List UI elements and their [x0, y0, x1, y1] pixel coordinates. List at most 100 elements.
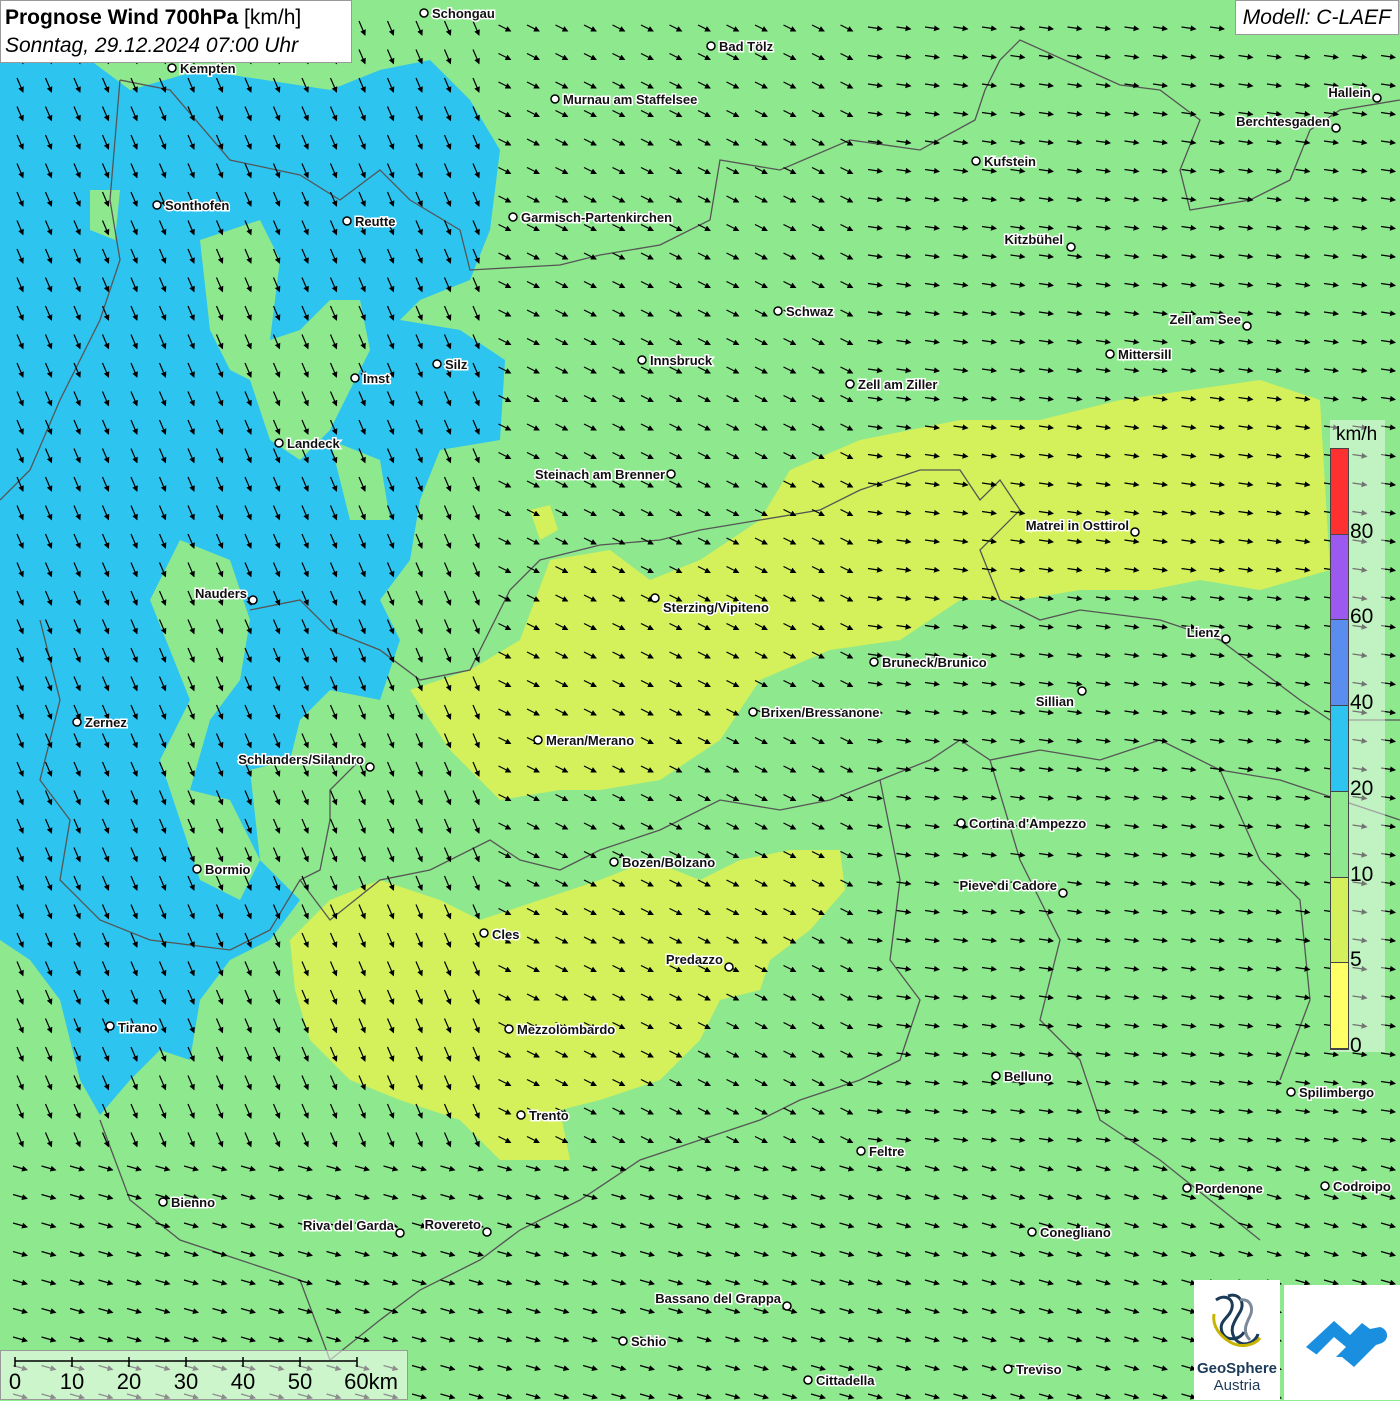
scale-label: 50	[287, 1369, 313, 1394]
legend-tick-label: 0	[1350, 1034, 1362, 1057]
city-marker[interactable]: Murnau am Staffelsee	[550, 91, 699, 109]
city-dot	[991, 1071, 1001, 1081]
city-marker[interactable]: Cortina d'Ampezzo	[956, 815, 1088, 833]
scale-bar: 0 10 20 30 40 50 60km	[0, 1350, 408, 1400]
city-marker[interactable]: Brixen/Bressanone	[748, 704, 881, 722]
city-dot	[956, 818, 966, 828]
city-label: Trento	[529, 1108, 569, 1123]
city-dot	[482, 1227, 492, 1237]
city-dot	[419, 8, 429, 18]
scale-label: 0	[8, 1369, 22, 1394]
city-dot	[637, 355, 647, 365]
city-dot	[479, 928, 489, 938]
city-dot	[650, 593, 660, 603]
scale-label: 10	[59, 1369, 85, 1394]
legend-tick-label: 20	[1350, 776, 1374, 800]
city-marker[interactable]: Sonthofen	[152, 197, 231, 215]
city-dot	[748, 707, 758, 717]
city-dot	[1331, 123, 1341, 133]
city-dot	[1372, 93, 1382, 103]
legend-swatch	[1331, 877, 1348, 964]
city-dot	[1182, 1183, 1192, 1193]
city-label: Brixen/Bressanone	[761, 705, 880, 720]
city-label: Schongau	[432, 6, 495, 21]
city-dot	[274, 438, 284, 448]
city-label: Kitzbühel	[1005, 232, 1064, 247]
city-label: Steinach am Brenner	[535, 467, 665, 482]
city-label: Innsbruck	[650, 353, 713, 368]
city-dot	[504, 1024, 514, 1034]
city-dot	[971, 156, 981, 166]
city-label: Rovereto	[425, 1217, 481, 1232]
city-marker[interactable]: Steinach am Brenner	[533, 466, 676, 484]
city-label: Spilimbergo	[1299, 1085, 1374, 1100]
model-label: Modell: C-LAEF	[1234, 0, 1399, 35]
city-marker[interactable]: Garmisch-Partenkirchen	[508, 209, 674, 227]
city-dot	[773, 306, 783, 316]
city-dot	[1003, 1364, 1013, 1374]
geosphere-country: Austria	[1213, 1377, 1261, 1394]
city-marker[interactable]: Bozen/Bolzano	[609, 854, 717, 872]
city-label: Cles	[492, 927, 519, 942]
city-marker[interactable]: Mezzolombardo	[504, 1021, 617, 1039]
city-marker[interactable]: Pordenone	[1182, 1180, 1264, 1198]
city-dot	[158, 1197, 168, 1207]
legend-tick-label: 80	[1350, 519, 1374, 543]
city-label: Tirano	[118, 1020, 158, 1035]
city-dot	[152, 200, 162, 210]
city-dot	[342, 216, 352, 226]
city-marker[interactable]: Zell am Ziller	[845, 376, 939, 394]
city-label: Cortina d'Ampezzo	[969, 816, 1086, 831]
city-dot	[508, 212, 518, 222]
city-dot	[533, 735, 543, 745]
city-label: Garmisch-Partenkirchen	[521, 210, 672, 225]
city-dot	[105, 1021, 115, 1031]
city-label: Cittadella	[816, 1373, 875, 1388]
city-label: Pordenone	[1195, 1181, 1263, 1196]
city-label: Bruneck/Brunico	[882, 655, 987, 670]
wind-map[interactable]: Schongau Bad Tölz Kempten Murnau am Staffel…	[0, 0, 1400, 1400]
city-dot	[1105, 349, 1115, 359]
city-dot	[666, 469, 676, 479]
city-dot	[1286, 1087, 1296, 1097]
city-label: Bad Tölz	[719, 39, 774, 54]
city-dot	[706, 41, 716, 51]
city-dot	[365, 762, 375, 772]
city-label: Conegliano	[1040, 1225, 1111, 1240]
city-marker[interactable]: Meran/Merano	[533, 732, 636, 750]
geosphere-logo[interactable]: GeoSphere Austria	[1194, 1280, 1280, 1400]
city-dot	[248, 595, 258, 605]
city-label: Silz	[445, 357, 468, 372]
map-subtitle: Sonntag, 29.12.2024 07:00 Uhr	[5, 34, 299, 57]
geosphere-name: GeoSphere	[1196, 1360, 1278, 1377]
color-legend: km/h 80 60 40 20 10 5 0	[1330, 420, 1385, 1057]
city-dot	[550, 94, 560, 104]
legend-colorbar	[1330, 448, 1349, 1050]
legend-swatch	[1331, 791, 1348, 878]
city-label: Bozen/Bolzano	[622, 855, 715, 870]
city-dot	[350, 373, 360, 383]
city-label: Mittersill	[1118, 347, 1171, 362]
city-label: Kufstein	[984, 154, 1036, 169]
city-label: Zell am Ziller	[858, 377, 937, 392]
city-marker[interactable]: Bruneck/Brunico	[869, 654, 988, 672]
legend-unit: km/h	[1336, 424, 1378, 445]
city-label: Sillian	[1036, 694, 1074, 709]
city-dot	[395, 1228, 405, 1238]
city-label: Imst	[363, 371, 390, 386]
city-marker[interactable]: Innsbruck	[637, 352, 714, 370]
map-title-unit: [km/h]	[238, 6, 302, 29]
legend-swatch	[1331, 449, 1348, 535]
legend-swatch	[1331, 620, 1348, 707]
app-logo[interactable]	[1284, 1285, 1400, 1400]
city-dot	[1242, 321, 1252, 331]
scale-label: 30	[173, 1369, 199, 1394]
legend-swatch	[1331, 706, 1348, 792]
city-label: Codroipo	[1333, 1179, 1391, 1194]
city-marker[interactable]: Conegliano	[1027, 1224, 1112, 1242]
city-marker[interactable]: Spilimbergo	[1286, 1084, 1376, 1102]
city-dot	[192, 864, 202, 874]
city-marker[interactable]: Schongau	[419, 5, 496, 23]
city-label: Nauders	[195, 586, 247, 601]
city-label: Treviso	[1016, 1362, 1062, 1377]
